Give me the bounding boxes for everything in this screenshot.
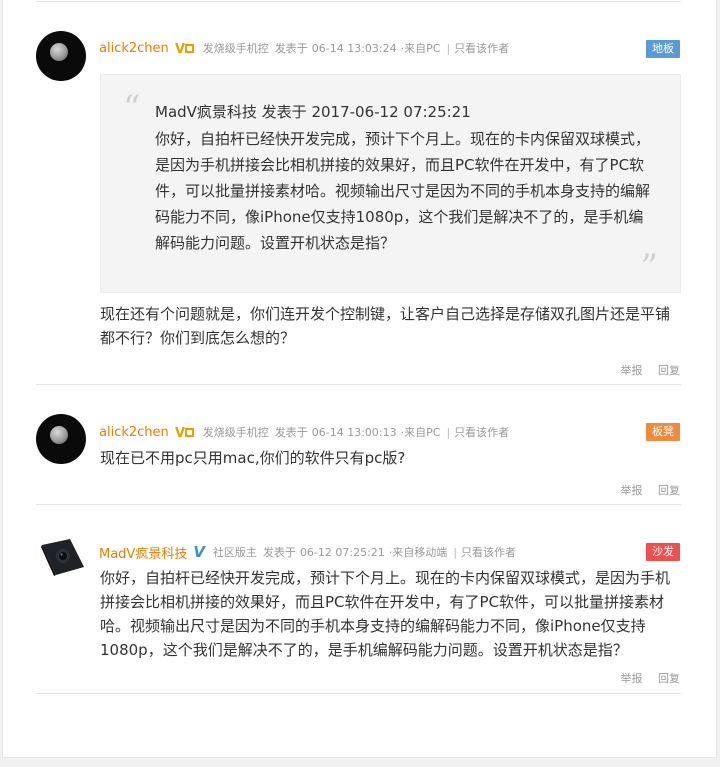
only-author-link[interactable]: 只看该作者 [454,424,509,440]
posted-label: 发表于 [262,546,296,559]
reply-link[interactable]: 回复 [658,672,680,685]
posted-label: 发表于 [274,42,308,55]
only-author-link[interactable]: 只看该作者 [461,544,516,560]
divider [36,1,681,2]
quote-header: MadV疯景科技 发表于 2017-06-12 07:25:21 [155,103,471,121]
divider [36,504,681,505]
svg-text:V: V [175,426,185,439]
reply-link[interactable]: 回复 [658,484,680,497]
post-actions: 举报 回复 [609,670,681,686]
report-link[interactable]: 举报 [621,672,643,685]
report-link[interactable]: 举报 [621,484,643,497]
user-level: 社区版主 [212,546,257,559]
username-link[interactable]: alick2chen [99,425,169,440]
user-level: 发烧级手机控 [202,426,269,439]
report-link[interactable]: 举报 [621,364,643,377]
divider [36,384,681,385]
post-content: 现在还有个问题就是，你们连开发个控制键，让客户自己选择是存储双孔图片还是平铺都不… [100,305,671,347]
post-source: ·来自PC [400,42,441,55]
quote-open-icon: “ [123,88,141,128]
post-actions: 举报 回复 [609,362,681,378]
moon-avatar [50,43,68,61]
post-datetime: 06-12 07:25:21 [299,545,385,559]
floor-badge: 地板 [646,40,680,58]
separator: | [453,545,458,559]
post-meta: alick2chen V 发烧级手机控 发表于 06-14 13:03:24 ·… [99,38,509,58]
moon-avatar [50,426,68,444]
post-content: 你好，自拍杆已经快开发完成，预计下个月上。现在的卡内保留双球模式，是因为手机拼接… [100,569,671,659]
quote-body: 你好，自拍杆已经快开发完成，预计下个月上。现在的卡内保留双球模式，是因为手机拼接… [155,130,651,252]
avatar[interactable] [36,414,86,464]
avatar[interactable] [36,31,86,81]
vip-level-icon: V [175,426,194,439]
floor-badge: 沙发 [646,543,680,561]
only-author-link[interactable]: 只看该作者 [454,40,509,56]
separator: | [446,41,451,55]
post-datetime: 06-14 13:00:13 [311,425,397,439]
post-actions: 举报 回复 [609,482,681,498]
madv-camera-avatar[interactable] [40,537,86,577]
vip-level-icon: V [175,42,194,55]
posted-label: 发表于 [274,426,308,439]
quote-block: “ MadV疯景科技 发表于 2017-06-12 07:25:21 你好，自拍… [100,74,681,293]
post-meta: alick2chen V 发烧级手机控 发表于 06-14 13:00:13 ·… [99,422,509,442]
post-source: ·来自PC [400,426,441,439]
floor-badge: 板凳 [646,423,680,441]
post-meta: MadV疯景科技 V 社区版主 发表于 06-12 07:25:21 ·来自移动… [99,542,516,562]
post-source: ·来自移动端 [388,546,448,559]
svg-text:V: V [175,42,185,55]
username-link[interactable]: alick2chen [99,41,169,56]
post-content: 现在已不用pc只用mac,你们的软件只有pc版? [100,449,406,467]
post-list-panel: alick2chen V 发烧级手机控 发表于 06-14 13:03:24 ·… [2,0,717,758]
user-level: 发烧级手机控 [202,42,269,55]
verified-v-icon: V [193,543,205,561]
divider [36,693,681,694]
post-datetime: 06-14 13:03:24 [311,41,397,55]
separator: | [446,425,451,439]
reply-link[interactable]: 回复 [658,364,680,377]
username-link[interactable]: MadV疯景科技 [99,543,187,562]
quote-close-icon: ” [640,247,658,287]
